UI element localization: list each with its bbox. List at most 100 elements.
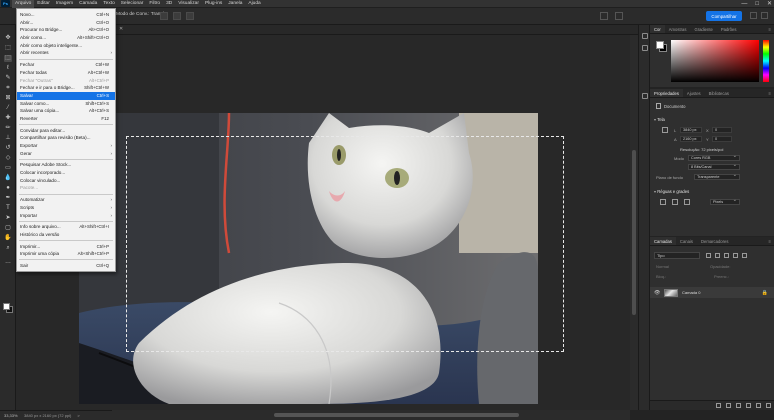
ruler-icon[interactable] [660, 199, 666, 205]
tab-padr-es[interactable]: Padrões [717, 25, 741, 33]
file-menu-item-abrir-como-objeto-inteligente[interactable]: Abrir como objeto inteligente... [17, 42, 115, 50]
file-menu-item-hist-rico-da-vers-o[interactable]: Histórico da versão [17, 231, 115, 239]
menu-3d[interactable]: 3D [163, 0, 175, 8]
file-menu-item-info-sobre-arquivo[interactable]: Info sobre arquivo... Alt+Shift+Ctrl+I [17, 223, 115, 231]
menu-editar[interactable]: Editar [34, 0, 53, 8]
panel-menu-icon[interactable]: ≡ [766, 237, 774, 245]
workspace-icon[interactable] [615, 12, 623, 20]
eye-icon[interactable]: 👁 [654, 290, 661, 296]
gradient-tool-icon[interactable]: ▭ [4, 165, 12, 172]
more-tools-icon[interactable]: … [4, 259, 12, 266]
shape-filter-icon[interactable] [733, 253, 738, 258]
file-menu-item-convidar-para-editar[interactable]: Convidar para editar... [17, 127, 115, 135]
frame-tool-icon[interactable]: ⊠ [4, 95, 12, 102]
rulers-grids-section-header[interactable]: Réguas e grades [654, 189, 689, 194]
menu-arquivo[interactable]: Arquivo [12, 0, 35, 8]
layer-row[interactable]: 👁 Camada 0 🔒 [650, 287, 774, 298]
artboard-tool-icon[interactable]: ⬚ [4, 45, 12, 52]
file-menu-item-reverter[interactable]: Reverter F12 [17, 115, 115, 123]
delete-layer-icon[interactable] [766, 403, 771, 408]
healing-brush-tool-icon[interactable]: ✚ [4, 115, 12, 122]
color-picker-field[interactable] [671, 40, 759, 82]
file-menu-item-abrir[interactable]: Abrir... Ctrl+O [17, 19, 115, 27]
file-menu-item-salvar-como[interactable]: Salvar como... Shift+Ctrl+S [17, 100, 115, 108]
file-menu-item-sair[interactable]: Sair Ctrl+Q [17, 262, 115, 270]
file-menu-item-imprimir[interactable]: Imprimir... Ctrl+P [17, 243, 115, 251]
tab-canais[interactable]: Canais [676, 237, 697, 245]
layer-filter-select[interactable]: Tipo [654, 252, 700, 259]
selection-marquee[interactable] [126, 136, 564, 352]
menu-selecionar[interactable]: Selecionar [118, 0, 147, 8]
tab-bibliotecas[interactable]: Bibliotecas [705, 89, 733, 97]
y-field[interactable]: 0 [712, 136, 732, 142]
width-field[interactable]: 3840 px [680, 127, 702, 133]
file-menu-item-importar[interactable]: Importar › [17, 212, 115, 220]
close-icon[interactable]: ✕ [767, 0, 772, 8]
tab-camadas[interactable]: Camadas [650, 237, 676, 245]
guides-icon[interactable] [684, 199, 690, 205]
actions-panel-icon[interactable] [642, 45, 648, 51]
minimize-icon[interactable]: — [741, 0, 747, 8]
blend-mode-select[interactable]: Normal [656, 264, 669, 269]
marquee-tool-icon[interactable]: ⬚ [4, 55, 12, 62]
foreground-color-swatch[interactable] [3, 303, 10, 310]
file-menu-item-fechar-todas[interactable]: Fechar todas Alt+Ctrl+W [17, 69, 115, 77]
workspace-switch-icon[interactable] [761, 12, 768, 19]
file-menu-item-colocar-incorporado[interactable]: Colocar incorporado... [17, 169, 115, 177]
rectangle-tool-icon[interactable]: ▢ [4, 225, 12, 232]
crop-tool-icon[interactable]: ⌗ [4, 85, 12, 92]
file-menu-item-abrir-como[interactable]: Abrir como... Alt+Shift+Ctrl+O [17, 34, 115, 42]
clone-stamp-tool-icon[interactable]: ⊥ [4, 135, 12, 142]
status-chevron-icon[interactable]: > [77, 413, 79, 418]
color-mode-select[interactable]: Cores RGB [688, 154, 740, 161]
menu-visualizar[interactable]: Visualizar [175, 0, 202, 8]
file-menu-item-procurar-no-bridge[interactable]: Procurar no Bridge... Alt+Ctrl+O [17, 26, 115, 34]
file-menu-item-fechar[interactable]: Fechar Ctrl+W [17, 61, 115, 69]
file-menu-item-salvar-uma-c-pia[interactable]: Salvar uma cópia... Alt+Ctrl+S [17, 107, 115, 115]
color-panel-foreground-swatch[interactable] [656, 41, 664, 49]
maximize-icon[interactable]: □ [755, 0, 759, 8]
option-icon-3[interactable] [186, 12, 194, 20]
hand-tool-icon[interactable]: ✋ [4, 235, 12, 242]
zoom-level[interactable]: 33,33% [4, 413, 24, 418]
dodge-tool-icon[interactable]: ● [4, 185, 12, 192]
link-layers-icon[interactable] [716, 403, 721, 408]
zoom-tool-icon[interactable]: ⌕ [4, 245, 12, 252]
pen-tool-icon[interactable]: ✒ [4, 195, 12, 202]
menu-camada[interactable]: Camada [76, 0, 100, 8]
discover-icon[interactable] [750, 12, 757, 19]
tab-demarcadores[interactable]: Demarcadores [697, 237, 732, 245]
brush-tool-icon[interactable]: ✏ [4, 125, 12, 132]
x-field[interactable]: 0 [712, 127, 732, 133]
layer-name[interactable]: Camada 0 [682, 290, 700, 295]
tab-close-icon[interactable]: ✕ [119, 26, 123, 32]
panel-menu-icon[interactable]: ≡ [766, 89, 774, 97]
file-menu-item-scripts[interactable]: Scripts › [17, 204, 115, 212]
menu-ajuda[interactable]: Ajuda [245, 0, 263, 8]
menu-imagem[interactable]: Imagem [53, 0, 76, 8]
tab-ajustes[interactable]: Ajustes [683, 89, 705, 97]
vertical-scrollbar[interactable] [630, 35, 638, 410]
menu-texto[interactable]: Texto [100, 0, 117, 8]
file-menu-item-abrir-recentes[interactable]: Abrir recentes › [17, 49, 115, 57]
lock-icon[interactable]: 🔒 [762, 290, 768, 296]
blur-tool-icon[interactable]: 💧 [4, 175, 12, 182]
document-info[interactable]: 3840 px x 2160 px (72 ppi) [24, 413, 71, 418]
file-menu-item-exportar[interactable]: Exportar › [17, 142, 115, 150]
file-menu-item-fechar-e-ir-para-o-bridge[interactable]: Fechar e ir para o Bridge... Shift+Ctrl+W [17, 84, 115, 92]
vertical-scroll-thumb[interactable] [632, 150, 636, 315]
adjustment-filter-icon[interactable] [715, 253, 720, 258]
menu-filtro[interactable]: Filtro [146, 0, 163, 8]
search-icon[interactable] [600, 12, 608, 20]
file-menu-item-pesquisar-adobe-stock[interactable]: Pesquisar Adobe Stock... [17, 161, 115, 169]
file-menu-item-colocar-vinculado[interactable]: Colocar vinculado... [17, 177, 115, 185]
tab-amostras[interactable]: Amostras [665, 25, 691, 33]
learn-panel-icon[interactable] [642, 93, 648, 99]
layer-style-icon[interactable] [726, 403, 731, 408]
type-tool-icon[interactable]: T [4, 205, 12, 212]
file-menu-item-gerar[interactable]: Gerar › [17, 150, 115, 158]
tab-propriedades[interactable]: Propriedades [650, 89, 683, 97]
panel-menu-icon[interactable]: ≡ [766, 25, 774, 33]
layer-mask-icon[interactable] [736, 403, 741, 408]
path-selection-tool-icon[interactable]: ➤ [4, 215, 12, 222]
